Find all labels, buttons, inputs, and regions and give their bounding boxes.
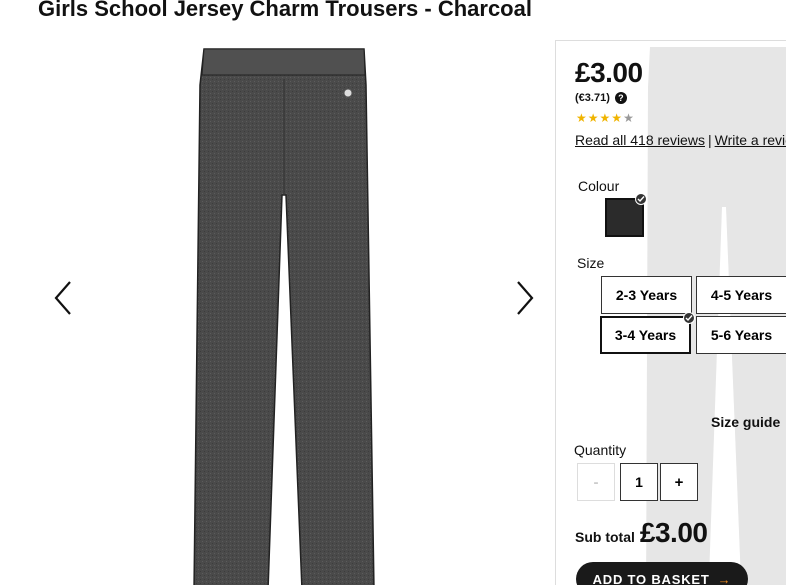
reviews-separator: | bbox=[707, 132, 712, 148]
read-reviews-link[interactable]: Read all 418 reviews bbox=[575, 132, 705, 148]
size-option-2-3-years[interactable]: 2-3 Years bbox=[601, 276, 692, 314]
chevron-left-icon bbox=[54, 281, 71, 315]
euro-price: (€3.71) bbox=[575, 92, 610, 104]
star-icon: ★ bbox=[599, 111, 611, 125]
arrow-right-icon: → bbox=[717, 571, 732, 585]
product-price: £3.00 bbox=[575, 57, 643, 88]
star-icon: ★ bbox=[587, 111, 599, 125]
add-to-basket-button[interactable]: ADD TO BASKET → bbox=[576, 562, 748, 585]
size-guide-link[interactable]: Size guide bbox=[711, 414, 780, 430]
add-to-basket-label: ADD TO BASKET bbox=[592, 571, 710, 585]
write-review-link[interactable]: Write a review bbox=[715, 132, 786, 148]
size-option-5-6-years[interactable]: 5-6 Years bbox=[696, 316, 786, 354]
quantity-input[interactable] bbox=[620, 463, 658, 501]
checkmark-icon bbox=[683, 312, 695, 324]
reviews-row: Read all 418 reviews|Write a review bbox=[575, 132, 786, 148]
star-icon: ★ bbox=[623, 111, 634, 125]
star-icon: ★ bbox=[576, 111, 587, 125]
star-icon: ★ bbox=[611, 111, 623, 125]
chevron-right-icon bbox=[517, 281, 534, 315]
gallery-next-button[interactable] bbox=[510, 275, 540, 321]
euro-price-row: (€3.71) ? bbox=[575, 92, 627, 104]
subtotal-label: Sub total bbox=[575, 529, 635, 545]
purchase-panel: £3.00 (€3.71) ? ★ ★ ★ ★ ★ Read all 418 r… bbox=[555, 40, 786, 585]
quantity-increment-button[interactable]: + bbox=[660, 463, 698, 501]
help-icon[interactable]: ? bbox=[614, 92, 627, 104]
checkmark-icon bbox=[635, 193, 647, 205]
rating-stars: ★ ★ ★ ★ ★ bbox=[576, 111, 634, 125]
product-title: Girls School Jersey Charm Trousers - Cha… bbox=[38, 0, 532, 21]
subtotal-row: Sub total £3.00 bbox=[575, 517, 708, 549]
size-option-4-5-years[interactable]: 4-5 Years bbox=[696, 276, 786, 314]
size-label: Size bbox=[577, 255, 605, 271]
size-option-3-4-years[interactable]: 3-4 Years bbox=[600, 316, 691, 354]
subtotal-value: £3.00 bbox=[639, 517, 708, 548]
product-gallery bbox=[40, 40, 550, 585]
quantity-label: Quantity bbox=[574, 442, 627, 458]
colour-label: Colour bbox=[578, 178, 620, 194]
product-image bbox=[193, 48, 375, 585]
gallery-prev-button[interactable] bbox=[48, 275, 78, 321]
quantity-decrement-button[interactable]: - bbox=[577, 463, 615, 501]
